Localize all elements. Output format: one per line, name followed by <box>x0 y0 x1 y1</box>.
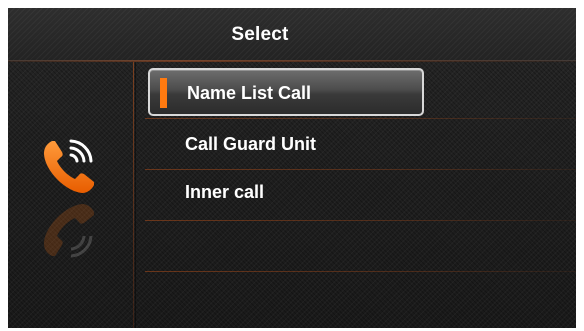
menu-item-label: Call Guard Unit <box>185 134 317 154</box>
page-title: Select <box>231 24 289 45</box>
selection-marker <box>160 78 167 108</box>
vertical-divider <box>133 62 134 328</box>
menu-item-name-list-call[interactable]: Name List Call <box>148 68 424 116</box>
phone-call-icon <box>44 139 94 193</box>
intercom-screen: Select Name List Call Call Guard Unit In <box>8 8 576 328</box>
menu-item-label: Inner call <box>185 182 265 202</box>
header-divider <box>8 60 576 62</box>
row-separator <box>145 271 576 272</box>
row-separator <box>145 220 576 221</box>
menu-item-call-guard-unit[interactable]: Call Guard Unit <box>148 121 424 169</box>
menu-item-label: Name List Call <box>187 83 312 103</box>
phone-icon-reflection <box>44 204 94 258</box>
menu-item-inner-call[interactable]: Inner call <box>148 169 424 217</box>
header-bar: Select <box>8 8 576 61</box>
vertical-divider-shadow <box>135 62 136 328</box>
row-separator <box>145 118 576 119</box>
